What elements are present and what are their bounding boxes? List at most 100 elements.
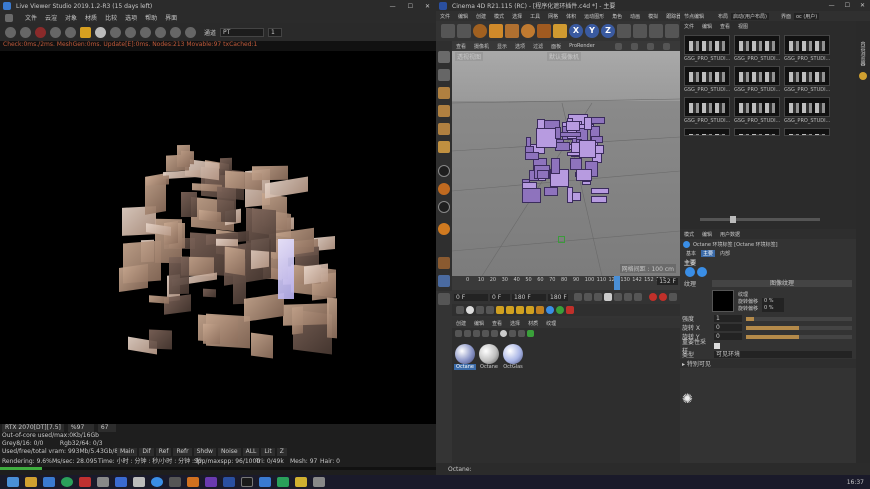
texture-preview-swatch[interactable] (712, 290, 734, 312)
browser-menu-item[interactable]: 文件 (684, 23, 694, 30)
c4d-menu-item[interactable]: 创建 (476, 13, 486, 20)
hdri-thumbnail[interactable]: GSG_PRO_STUDI... (684, 66, 730, 93)
axis-x-button[interactable]: X (569, 24, 583, 38)
power-field[interactable]: 1 (714, 315, 742, 322)
app-icon-11[interactable] (205, 477, 217, 487)
hdri-thumbnail[interactable]: GSG_PRO_STUDI... (784, 35, 830, 62)
mat-menu-item[interactable]: 编辑 (474, 320, 484, 327)
autokey-icon[interactable] (659, 293, 667, 301)
menu-item[interactable]: 对象 (65, 13, 77, 22)
browser-menu-item[interactable]: 查看 (720, 23, 730, 30)
c4d-menu-item[interactable]: 编辑 (458, 13, 468, 20)
axis-y-button[interactable]: Y (585, 24, 599, 38)
lock-icon[interactable] (80, 26, 91, 38)
node-editor-link[interactable]: 节点编辑 (684, 13, 704, 20)
pass-tab-shdw[interactable]: Shdw (193, 448, 216, 456)
coord-system-icon[interactable] (617, 24, 631, 38)
select-icon[interactable] (473, 24, 487, 38)
frame-current-field[interactable]: 0 F (490, 293, 510, 301)
frame-start-field[interactable]: 0 F (454, 293, 488, 301)
hdri-thumbnail[interactable]: GSG_PRO_STUDI... (734, 35, 780, 62)
model-mode-icon[interactable] (438, 51, 450, 63)
c4d-menu-item[interactable]: 角色 (612, 13, 622, 20)
rotation-x-field[interactable]: 0 (714, 324, 742, 331)
c4d-menu-item[interactable]: 体积 (566, 13, 576, 20)
hdri-thumbnail[interactable] (734, 128, 780, 136)
viewport-move-icon[interactable] (615, 42, 622, 50)
mat-menu-item[interactable]: 选择 (510, 320, 520, 327)
viewport-zoom-icon[interactable] (631, 42, 638, 50)
timeline-frame-field[interactable]: 152 F (657, 278, 678, 285)
viewport-menu-item[interactable]: 面板 (551, 43, 561, 50)
start-icon[interactable] (7, 477, 19, 487)
points-mode-icon[interactable] (438, 87, 450, 99)
c4d-menu-item[interactable]: 选择 (512, 13, 522, 20)
hdri-thumbnail[interactable] (784, 128, 830, 136)
viewport-menu-item[interactable]: 选项 (515, 43, 525, 50)
snap-icon[interactable] (438, 183, 450, 195)
app-icon-6[interactable] (115, 477, 127, 487)
oct-sun-icon[interactable] (506, 306, 514, 314)
filter-icon-1[interactable] (455, 329, 462, 337)
c4d-menu-item[interactable]: 文件 (440, 13, 450, 20)
menu-item[interactable]: 帮助 (145, 13, 157, 22)
sub-field-value[interactable]: 0 % (762, 297, 785, 305)
mat-menu-item[interactable]: 创建 (456, 320, 466, 327)
undo-icon[interactable] (441, 24, 455, 38)
channel-select[interactable]: PT (220, 27, 265, 37)
oct-icon-3[interactable] (476, 306, 484, 314)
keyframe-icon[interactable] (669, 293, 677, 301)
filter-icon-8[interactable] (518, 329, 525, 337)
tweak-icon[interactable] (438, 293, 450, 305)
frame-end-field[interactable]: 180 F (512, 293, 546, 301)
c4d-menu-item[interactable]: 跟踪器 (666, 13, 681, 20)
pass-tab-ref[interactable]: Ref (155, 448, 172, 456)
rotation-y-field[interactable]: 0 (714, 333, 742, 340)
filter-sphere-icon[interactable] (500, 329, 507, 337)
texture-mode-icon[interactable] (438, 69, 450, 81)
thumb-size-slider[interactable] (700, 215, 820, 223)
region-icon[interactable] (110, 26, 121, 38)
type-select[interactable]: 可见环境 (714, 351, 852, 358)
interface-select[interactable]: oc (用户) (793, 12, 820, 20)
go-end-icon[interactable] (634, 293, 642, 301)
pass-tab-refr[interactable]: Refr (173, 448, 192, 456)
c4d-maximize-button[interactable]: ☐ (845, 2, 850, 9)
attr-menu-item[interactable]: 模式 (684, 231, 694, 238)
thumb-size-handle[interactable] (730, 215, 736, 223)
pass-tab-noise[interactable]: Noise (217, 448, 241, 456)
sphere-icon[interactable] (95, 26, 106, 38)
axis-mode-icon[interactable] (438, 141, 450, 153)
move-icon[interactable] (489, 24, 503, 38)
camera-label[interactable]: 默认摄像机 (547, 52, 582, 61)
paint-icon[interactable] (438, 257, 450, 269)
hdri-thumbnail[interactable]: GSG_PRO_STUDI... (734, 66, 780, 93)
c4d-menu-item[interactable]: 动画 (630, 13, 640, 20)
c4d-menu-item[interactable]: 网格 (548, 13, 558, 20)
hdri-thumbnail[interactable]: GSG_PRO_STUDI... (784, 97, 830, 124)
mat-menu-item[interactable]: 查看 (492, 320, 502, 327)
c4d-menu-item[interactable]: 工具 (530, 13, 540, 20)
sculpt-icon[interactable] (438, 223, 450, 235)
oct-light-icon[interactable] (496, 306, 504, 314)
prev-frame-icon[interactable] (594, 293, 602, 301)
viewport-cube-object[interactable] (522, 113, 612, 203)
prev-key-icon[interactable] (584, 293, 592, 301)
mat-menu-item[interactable]: 材质 (528, 320, 538, 327)
menu-item[interactable]: 文件 (25, 13, 37, 22)
play-icon[interactable] (604, 293, 612, 301)
c4d-close-button[interactable]: ✕ (860, 2, 865, 9)
filter-icon-3[interactable] (473, 329, 480, 337)
stop-icon[interactable] (35, 26, 46, 38)
oct-volume-icon[interactable] (566, 306, 574, 314)
attr-menu-item[interactable]: 编辑 (702, 231, 712, 238)
app-icon-8[interactable] (151, 477, 163, 487)
attr-tab-internal[interactable]: 内部 (718, 250, 732, 257)
visible-env-section[interactable]: ▸ 特别可见 (680, 359, 856, 368)
viewport-layout-icon[interactable] (663, 42, 670, 50)
c4d-taskbar-icon[interactable] (223, 477, 235, 487)
layout-select[interactable]: 启动(用户布局) (731, 12, 769, 20)
attr-tab-main[interactable]: 主要 (701, 250, 716, 257)
close-button[interactable]: ✕ (425, 3, 430, 10)
app-icon-14[interactable] (259, 477, 271, 487)
